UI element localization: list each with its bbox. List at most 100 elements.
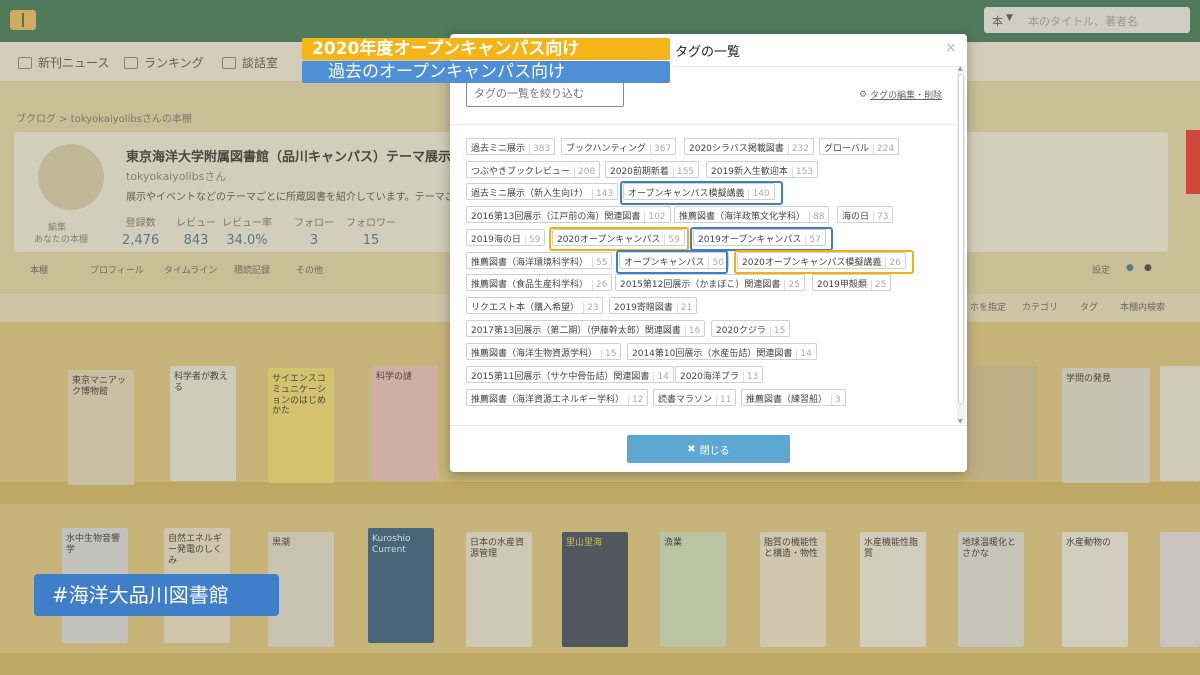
tag-count: 26 — [592, 280, 608, 290]
tag-item[interactable]: 推薦図書（海洋環境科学科） 55 — [466, 252, 613, 269]
tag-count: 224 — [872, 144, 895, 154]
divider — [450, 425, 967, 426]
tag-item[interactable]: 2019新入生歓迎本 153 — [706, 161, 819, 178]
tag-name: 2015第12回展示（かまぼこ）関連図書 — [620, 280, 781, 290]
tag-item[interactable]: 2020海洋プラ 13 — [675, 366, 764, 383]
tag-item[interactable]: 過去ミニ展示 383 — [466, 138, 556, 155]
tag-item[interactable]: 読書マラソン 11 — [653, 389, 737, 406]
tag-list-modal: タグの一覧 × ⚙ タグの編集・削除 ▲ ▼ 過去ミニ展示383 ブックハンティ… — [450, 34, 967, 472]
tag-name: オープンキャンパス模擬講義 — [628, 189, 745, 199]
scroll-up-icon[interactable]: ▲ — [958, 65, 963, 72]
legend-current-year: 2020年度オープンキャンパス向け — [302, 38, 670, 60]
tag-count: 232 — [787, 144, 810, 154]
tag-name: オープンキャンパス — [624, 258, 705, 268]
tag-name: 2015第11回展示（サケ中骨缶詰）関連図書 — [471, 372, 650, 382]
scroll-down-icon[interactable]: ▼ — [958, 418, 963, 425]
tag-count: 14 — [796, 349, 812, 359]
tag-name: 2019海の日 — [471, 235, 521, 245]
tag-name: つぶやきブックレビュー — [471, 167, 571, 177]
legend-past-years: 過去のオープンキャンパス向け — [302, 61, 670, 83]
tag-count: 57 — [805, 235, 821, 245]
scrollbar-thumb[interactable] — [958, 74, 964, 404]
modal-title: タグの一覧 — [675, 45, 741, 60]
tag-item[interactable]: 2020シラバス掲載図書 232 — [684, 138, 815, 155]
tag-count: 26 — [885, 258, 901, 268]
tag-item[interactable]: 2019海の日 59 — [466, 229, 546, 246]
tag-name: 推薦図書（練習船） — [746, 395, 828, 405]
modal-scrollbar[interactable] — [957, 68, 965, 423]
tag-count: 13 — [742, 372, 759, 382]
tag-name: 2019オープンキャンパス — [698, 235, 802, 245]
tag-item[interactable]: つぶやきブックレビュー 208 — [466, 161, 601, 178]
tag-name: 2020海洋プラ — [680, 372, 739, 382]
tag-count: 12 — [628, 395, 644, 405]
tag-name: 読書マラソン — [658, 395, 713, 405]
tag-name: 推薦図書（海洋政策文化学科） — [679, 212, 806, 222]
hashtag-label: #海洋大品川図書館 — [34, 574, 279, 616]
tag-item[interactable]: 海の日 73 — [837, 206, 894, 223]
tag-name: 推薦図書（海洋資源エネルギー学科） — [471, 395, 625, 405]
tag-name: 2019甲殻類 — [817, 280, 867, 290]
tag-item[interactable]: 推薦図書（海洋資源エネルギー学科） 12 — [466, 389, 649, 406]
close-icon[interactable]: × — [945, 40, 957, 56]
tag-count: 11 — [716, 395, 732, 405]
tag-count: 208 — [574, 167, 596, 177]
tag-count: 25 — [784, 280, 800, 290]
tag-name: 推薦図書（食品生産科学科） — [471, 280, 589, 290]
tag-count: 143 — [592, 189, 614, 199]
tag-count: 155 — [672, 167, 695, 177]
tag-item[interactable]: 2014第10回展示（水産缶詰）関連図書 14 — [627, 343, 817, 360]
close-icon: ✖ — [687, 443, 696, 455]
tag-name: 2016第13回展示（江戸前の海）関連図書 — [471, 212, 641, 222]
tag-count: 25 — [870, 280, 887, 290]
tag-name: グローバル — [824, 144, 869, 154]
tag-name: 2019寄贈図書 — [614, 303, 673, 313]
tag-name: 2020オープンキャンパス — [557, 235, 661, 245]
tag-name: 2017第13回展示（第二期）（伊藤幹太郎）関連図書 — [471, 326, 681, 336]
tag-item[interactable]: 2019甲殻類 25 — [812, 274, 892, 291]
tag-item[interactable]: 2015第11回展示（サケ中骨缶詰）関連図書 14 — [466, 366, 674, 383]
tag-count: 59 — [524, 235, 541, 245]
tag-count: 367 — [650, 144, 672, 154]
tag-item[interactable]: 2015第12回展示（かまぼこ）関連図書 25 — [615, 274, 805, 291]
tag-name: 2020クジラ — [716, 326, 766, 336]
tag-filter-input[interactable] — [466, 80, 624, 107]
tag-item[interactable]: オープンキャンパス模擬講義 140 — [623, 183, 775, 200]
tag-count: 59 — [664, 235, 680, 245]
tag-count: 50 — [708, 258, 724, 268]
tag-item[interactable]: 2020クジラ 15 — [711, 320, 791, 337]
tag-name: 推薦図書（海洋生物資源学科） — [471, 349, 598, 359]
tag-count: 73 — [873, 212, 889, 222]
tag-item[interactable]: リクエスト本（購入希望） 23 — [466, 297, 604, 314]
tag-edit-label: タグの編集・削除 — [870, 91, 943, 101]
tag-item[interactable]: 推薦図書（海洋生物資源学科） 15 — [466, 343, 622, 360]
gear-icon: ⚙ — [859, 89, 868, 100]
tag-item[interactable]: ブックハンティング 367 — [561, 138, 677, 155]
tag-name: 海の日 — [842, 212, 870, 222]
tag-count: 16 — [684, 326, 701, 336]
tag-item[interactable]: 2019寄贈図書 21 — [609, 297, 698, 314]
tag-item[interactable]: 2019オープンキャンパス 57 — [693, 229, 826, 246]
tag-count: 88 — [809, 212, 825, 222]
tag-item[interactable]: 過去ミニ展示（新入生向け） 143 — [466, 183, 619, 200]
tag-item[interactable]: 2020オープンキャンパス 59 — [552, 229, 685, 246]
tag-name: 過去ミニ展示 — [471, 144, 526, 154]
close-button-label: 閉じる — [699, 445, 730, 457]
tag-item[interactable]: 推薦図書（食品生産科学科） 26 — [466, 274, 613, 291]
tag-name: 2020オープンキャンパス模擬講義 — [742, 258, 882, 268]
tag-name: リクエスト本（購入希望） — [471, 303, 580, 313]
tag-item[interactable]: 2020前期新着 155 — [605, 161, 700, 178]
tag-name: 2020前期新着 — [610, 167, 669, 177]
tag-count: 153 — [791, 167, 814, 177]
tag-item[interactable]: 2020オープンキャンパス模擬講義 26 — [737, 252, 906, 269]
tag-item[interactable]: 2016第13回展示（江戸前の海）関連図書 102 — [466, 206, 671, 223]
tag-item[interactable]: オープンキャンパス 50 — [619, 252, 729, 269]
tag-count: 15 — [769, 326, 786, 336]
tag-item[interactable]: 2017第13回展示（第二期）（伊藤幹太郎）関連図書 16 — [466, 320, 706, 337]
tag-edit-link[interactable]: ⚙ タグの編集・削除 — [859, 88, 943, 102]
tag-item[interactable]: 推薦図書（練習船） 3 — [741, 389, 846, 406]
tag-item[interactable]: グローバル 224 — [819, 138, 900, 155]
divider — [450, 124, 967, 125]
tag-item[interactable]: 推薦図書（海洋政策文化学科） 88 — [674, 206, 830, 223]
close-button[interactable]: ✖ 閉じる — [627, 435, 790, 463]
